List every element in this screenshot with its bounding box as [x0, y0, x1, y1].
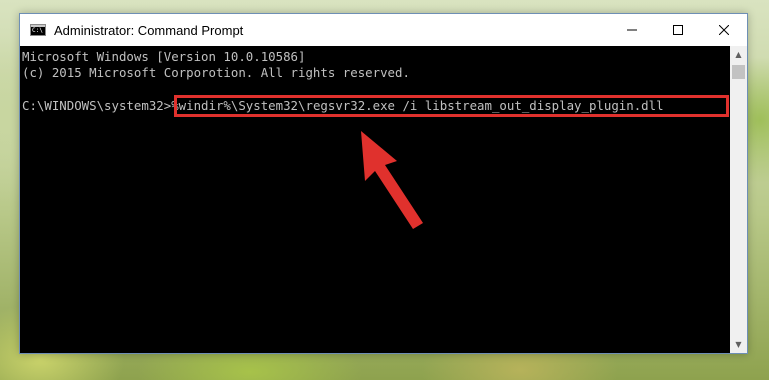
version-line: Microsoft Windows [Version 10.0.10586]	[22, 49, 306, 64]
chevron-up-icon: ▲	[735, 50, 742, 59]
scroll-up-button[interactable]: ▲	[730, 46, 747, 63]
minimize-icon	[627, 29, 637, 31]
command-prompt-window: Administrator: Command Prompt Microsoft …	[19, 13, 748, 354]
copyright-line: (c) 2015 Microsoft Corporotion. All righ…	[22, 65, 410, 80]
scroll-down-button[interactable]: ▼	[730, 336, 747, 353]
close-icon	[719, 25, 729, 35]
maximize-icon	[673, 25, 683, 35]
red-arrow-icon	[361, 131, 423, 229]
vertical-scrollbar[interactable]: ▲ ▼	[730, 46, 747, 353]
prompt-path: C:\WINDOWS\system32>	[22, 98, 172, 113]
console-output[interactable]: Microsoft Windows [Version 10.0.10586] (…	[20, 46, 730, 353]
window-title: Administrator: Command Prompt	[54, 22, 244, 38]
maximize-button[interactable]	[655, 14, 701, 46]
title-bar[interactable]: Administrator: Command Prompt	[20, 14, 747, 46]
command-highlight-box	[174, 95, 729, 117]
window-controls	[609, 14, 747, 46]
minimize-button[interactable]	[609, 14, 655, 46]
scroll-thumb[interactable]	[732, 65, 745, 79]
close-button[interactable]	[701, 14, 747, 46]
chevron-down-icon: ▼	[735, 340, 742, 349]
command-prompt-icon[interactable]	[30, 24, 46, 36]
